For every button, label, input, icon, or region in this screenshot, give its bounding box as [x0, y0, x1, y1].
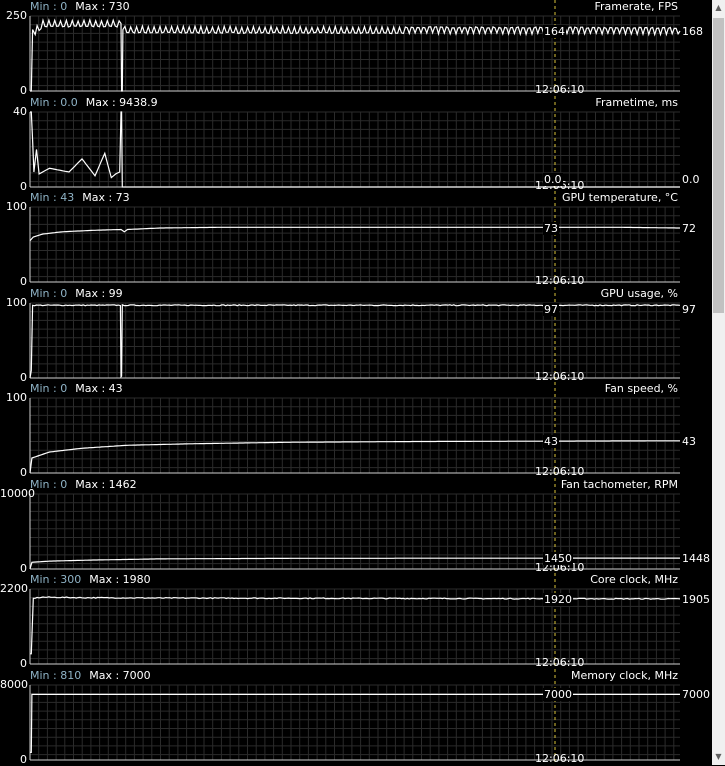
cursor-value-label: 1920: [543, 592, 573, 606]
current-value-label: 7000: [682, 688, 710, 702]
max-value: Max : 7000: [89, 669, 151, 682]
graph-title: Core clock, MHz: [590, 573, 678, 586]
min-value: Min : 0: [30, 0, 68, 13]
max-value: Max : 43: [75, 382, 123, 395]
graph-canvas: [29, 191, 680, 287]
cursor-time-label: 12:06:10: [535, 83, 585, 96]
graph-title: GPU temperature, °C: [561, 191, 678, 204]
graph-trace: [30, 17, 681, 92]
graph-title: Fan speed, %: [604, 382, 678, 395]
min-value: Min : 810: [30, 669, 82, 682]
graph-panel: Min : 0 Max : 99 GPU usage, % 100 0 12:06:10 9…: [0, 287, 712, 384]
current-value-label: 97: [682, 303, 696, 316]
min-max-label: Min : 810 Max : 7000: [30, 669, 151, 682]
max-value: Max : 99: [75, 287, 123, 300]
graph-title: GPU usage, %: [600, 287, 678, 300]
cursor-value-label: 43: [543, 434, 559, 448]
cursor-value-label: 7000: [543, 688, 573, 702]
graph-canvas: [29, 0, 681, 96]
graph-title: Framerate, FPS: [594, 0, 678, 13]
graph-canvas: [29, 382, 680, 478]
current-value-label: 0.0: [682, 173, 700, 186]
max-value: Max : 1462: [75, 478, 137, 491]
current-value-label: 168: [682, 25, 703, 38]
current-value-label: 43: [682, 434, 696, 448]
min-max-label: Min : 0 Max : 730: [30, 0, 130, 13]
min-value: Min : 0.0: [30, 96, 78, 109]
graph-trace: [29, 226, 680, 242]
max-value: Max : 9438.9: [85, 96, 158, 109]
min-value: Min : 0: [30, 382, 68, 395]
y-axis-max-label: 10000: [0, 487, 35, 500]
max-value: Max : 730: [75, 0, 130, 13]
cursor-value-label: 1450: [543, 552, 573, 566]
min-value: Min : 300: [30, 573, 82, 586]
scroll-up-arrow-icon[interactable]: ▲: [712, 0, 725, 16]
graph-title: Frametime, ms: [595, 96, 678, 109]
min-max-label: Min : 0 Max : 43: [30, 382, 123, 395]
graph-grid: [29, 111, 680, 187]
graph-canvas: [29, 669, 680, 765]
min-max-label: Min : 300 Max : 1980: [30, 573, 151, 586]
graph-grid: [29, 684, 680, 760]
max-value: Max : 1980: [89, 573, 151, 586]
graph-grid: [29, 397, 680, 473]
y-axis-max-label: 40: [13, 105, 27, 118]
min-value: Min : 0: [30, 287, 68, 300]
graph-canvas: [29, 573, 681, 669]
min-max-label: Min : 0 Max : 1462: [30, 478, 137, 491]
min-max-label: Min : 0 Max : 99: [30, 287, 123, 300]
graph-trace: [30, 693, 680, 754]
max-value: Max : 73: [82, 191, 130, 204]
cursor-time-label: 12:06:10: [535, 274, 585, 287]
cursor-value-label: 73: [543, 222, 559, 235]
graph-title: Fan tachometer, RPM: [560, 478, 678, 491]
scroll-down-arrow-icon[interactable]: ▼: [712, 749, 725, 765]
min-value: Min : 0: [30, 478, 68, 491]
graph-trace: [30, 111, 680, 188]
graph-panel: Min : 300 Max : 1980 Core clock, MHz 2200 0 1…: [0, 573, 712, 670]
y-axis-min-label: 0: [20, 753, 27, 766]
graph-grid: [29, 302, 680, 378]
y-axis-max-label: 100: [6, 200, 27, 213]
min-max-label: Min : 43 Max : 73: [30, 191, 130, 204]
y-axis-max-label: 100: [6, 296, 27, 309]
graph-canvas: [29, 96, 680, 192]
graph-panel: Min : 810 Max : 7000 Memory clock, MHz 8000…: [0, 669, 712, 766]
y-axis-max-label: 100: [6, 391, 27, 404]
vertical-scrollbar[interactable]: ▲ ▼: [712, 0, 725, 765]
y-axis-max-label: 2200: [0, 582, 28, 595]
graph-grid: [29, 588, 680, 664]
cursor-time-label: 12:06:10: [535, 656, 585, 669]
graph-canvas: [29, 287, 681, 383]
cursor-value-label: 97: [543, 303, 559, 316]
graph-panel: Min : 0.0Max : 9438.9Frametime, ms40012:…: [0, 96, 712, 193]
graph-grid: [29, 206, 680, 282]
graph-panel: Min : 0 Max : 43 Fan speed, % 100 0 12:06:10 4…: [0, 382, 712, 479]
graph-canvas: [29, 478, 680, 574]
scroll-thumb[interactable]: [713, 18, 724, 313]
y-axis-max-label: 8000: [0, 678, 28, 691]
graph-trace: [30, 596, 681, 655]
graph-panel: Min : 0 Max : 1462 Fan tachometer, RPM 1000…: [0, 478, 712, 575]
graph-panel: Min : 43 Max : 73 GPU temperature, °C 100 0 1…: [0, 191, 712, 288]
cursor-time-label: 12:06:10: [535, 752, 585, 765]
graph-panel: Min : 0 Max : 730 Framerate, FPS 250 0 12:06:…: [0, 0, 712, 97]
current-value-label: 1448: [682, 552, 710, 566]
current-value-label: 1905: [682, 592, 710, 606]
min-value: Min : 43: [30, 191, 75, 204]
hardware-monitor-panel: Min : 0 Max : 730 Framerate, FPS 250 0 12:06:…: [0, 0, 712, 766]
cursor-time-label: 12:06:10: [535, 465, 585, 478]
current-value-label: 72: [682, 222, 696, 235]
cursor-value-label: 164: [543, 25, 566, 38]
y-axis-max-label: 250: [6, 9, 27, 22]
graph-title: Memory clock, MHz: [570, 669, 678, 682]
cursor-value-label: 0.0: [543, 173, 563, 186]
min-max-label: Min : 0.0 Max : 9438.9: [30, 96, 158, 109]
graph-trace: [29, 303, 681, 379]
